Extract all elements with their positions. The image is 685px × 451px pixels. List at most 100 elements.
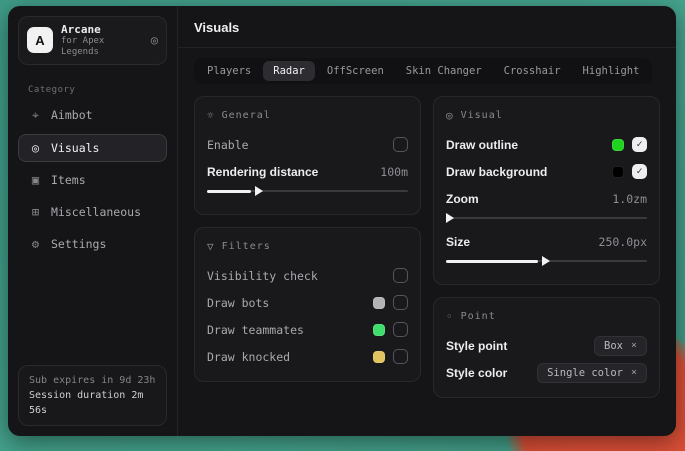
close-icon[interactable]: × — [631, 367, 637, 378]
setting-label: Size — [446, 235, 470, 249]
chip-label: Single color — [547, 367, 623, 379]
target-icon[interactable]: ◎ — [151, 33, 158, 47]
app-window: A Arcane for Apex Legends ◎ Category ⌖Ai… — [8, 6, 676, 436]
app-title: Arcane — [61, 23, 143, 36]
setting-row: Draw knocked — [207, 344, 408, 369]
setting-value: 250.0px — [599, 235, 647, 249]
setting-controls — [373, 349, 408, 364]
panels-grid: ☼GeneralEnableRendering distance100m▽Fil… — [178, 84, 676, 410]
sidebar-item-miscellaneous[interactable]: ⊞Miscellaneous — [18, 198, 167, 226]
panel-title: Filters — [222, 241, 271, 252]
eye-icon: ◎ — [446, 109, 454, 122]
checkbox-unchecked[interactable] — [393, 349, 408, 364]
panel-header: ☼ General — [207, 109, 408, 122]
slider-zoom[interactable] — [446, 213, 647, 223]
chip-box[interactable]: Box × — [594, 336, 647, 356]
app-subtitle: for Apex Legends — [61, 36, 143, 58]
grid-icon: ⊞ — [29, 205, 42, 219]
checkbox-checked[interactable]: ✓ — [632, 164, 647, 179]
close-icon[interactable]: × — [631, 340, 637, 351]
panel-filters: ▽ Filters Visibility check Draw bots Draw te… — [194, 227, 421, 382]
tab-radar[interactable]: Radar — [263, 61, 315, 81]
setting-controls — [393, 137, 408, 152]
setting-row: Size 250.0px — [446, 229, 647, 254]
chip-single-color[interactable]: Single color × — [537, 363, 647, 383]
panel-title: Visual — [461, 110, 503, 121]
setting-row: Zoom 1.0zm — [446, 186, 647, 211]
color-swatch[interactable] — [373, 351, 385, 363]
tab-skin-changer[interactable]: Skin Changer — [396, 61, 492, 81]
panel-header: ◦Point — [446, 310, 647, 323]
setting-row: Style color Single color × — [446, 360, 647, 385]
setting-label: Style point — [446, 339, 507, 353]
checkbox-unchecked[interactable] — [393, 268, 408, 283]
tab-offscreen[interactable]: OffScreen — [317, 61, 394, 81]
tab-crosshair[interactable]: Crosshair — [494, 61, 571, 81]
sidebar-nav: ⌖Aimbot ◎Visuals ▣ Items ⊞Miscellaneous ⚙Sett… — [8, 101, 177, 258]
setting-controls: ✓ — [612, 137, 647, 152]
tab-players[interactable]: Players — [197, 61, 261, 81]
panel-header: ◎ Visual — [446, 109, 647, 122]
sun-icon: ☼ — [207, 109, 215, 122]
setting-label: Style color — [446, 366, 507, 380]
setting-label: Enable — [207, 138, 249, 152]
setting-label: Visibility check — [207, 269, 318, 283]
panel-visual: ◎VisualDraw outline✓Draw background✓Zoom… — [433, 96, 660, 285]
dot-icon: ◦ — [446, 310, 454, 323]
color-swatch[interactable] — [373, 297, 385, 309]
panel-title: General — [222, 110, 271, 121]
slider-thumb[interactable] — [255, 186, 263, 196]
slider-rendering-distance[interactable] — [207, 186, 408, 196]
setting-label: Draw outline — [446, 138, 518, 152]
main-area: Visuals PlayersRadarOffScreenSkin Change… — [178, 6, 676, 436]
setting-label: Zoom — [446, 192, 479, 206]
panel-header: ▽ Filters — [207, 240, 408, 253]
brand-text: Arcane for Apex Legends — [61, 23, 143, 58]
main-header: Visuals — [178, 6, 676, 48]
setting-row: Visibility check — [207, 263, 408, 288]
brand-card: A Arcane for Apex Legends ◎ — [18, 16, 167, 65]
setting-value: 100m — [380, 165, 408, 179]
right-column: ◎VisualDraw outline✓Draw background✓Zoom… — [433, 96, 660, 398]
subscription-card: Sub expires in 9d 23h Session duration 2… — [18, 365, 167, 426]
sidebar-item-label: Visuals — [51, 141, 99, 155]
filter-icon: ▽ — [207, 240, 215, 253]
checkbox-unchecked[interactable] — [393, 137, 408, 152]
sidebar-item-label: Items — [51, 173, 86, 187]
setting-controls — [373, 295, 408, 310]
panel-general: ☼GeneralEnableRendering distance100m — [194, 96, 421, 215]
slider-fill — [207, 190, 251, 193]
sidebar-item-aimbot[interactable]: ⌖Aimbot — [18, 101, 167, 130]
setting-row: Draw bots — [207, 290, 408, 315]
setting-controls — [373, 322, 408, 337]
sidebar-item-visuals[interactable]: ◎Visuals — [18, 134, 167, 162]
box-icon: ▣ — [29, 173, 42, 187]
session-duration-text: Session duration 2m 56s — [29, 388, 156, 418]
color-swatch[interactable] — [612, 166, 624, 178]
setting-row: Draw teammates — [207, 317, 408, 342]
setting-label: Draw bots — [207, 296, 269, 310]
setting-row: Draw outline ✓ — [446, 132, 647, 157]
setting-row: Enable — [207, 132, 408, 157]
panel-point: ◦Point Style point Box × Style color Single c… — [433, 297, 660, 398]
sidebar-item-label: Settings — [51, 237, 106, 251]
color-swatch[interactable] — [612, 139, 624, 151]
slider-fill — [446, 260, 538, 263]
slider-thumb[interactable] — [446, 213, 454, 223]
color-swatch[interactable] — [373, 324, 385, 336]
setting-label: Draw knocked — [207, 350, 290, 364]
setting-controls: ✓ — [612, 164, 647, 179]
setting-controls — [393, 268, 408, 283]
sidebar-item-items[interactable]: ▣ Items — [18, 166, 167, 194]
tab-highlight[interactable]: Highlight — [573, 61, 650, 81]
tabs-wrap: PlayersRadarOffScreenSkin ChangerCrossha… — [178, 48, 676, 84]
sidebar-item-settings[interactable]: ⚙Settings — [18, 230, 167, 258]
checkbox-checked[interactable]: ✓ — [632, 137, 647, 152]
slider-thumb[interactable] — [542, 256, 550, 266]
slider-size[interactable] — [446, 256, 647, 266]
setting-value: 1.0zm — [612, 192, 647, 206]
checkbox-unchecked[interactable] — [393, 295, 408, 310]
checkbox-unchecked[interactable] — [393, 322, 408, 337]
setting-label: Draw teammates — [207, 323, 304, 337]
chip-label: Box — [604, 340, 623, 352]
